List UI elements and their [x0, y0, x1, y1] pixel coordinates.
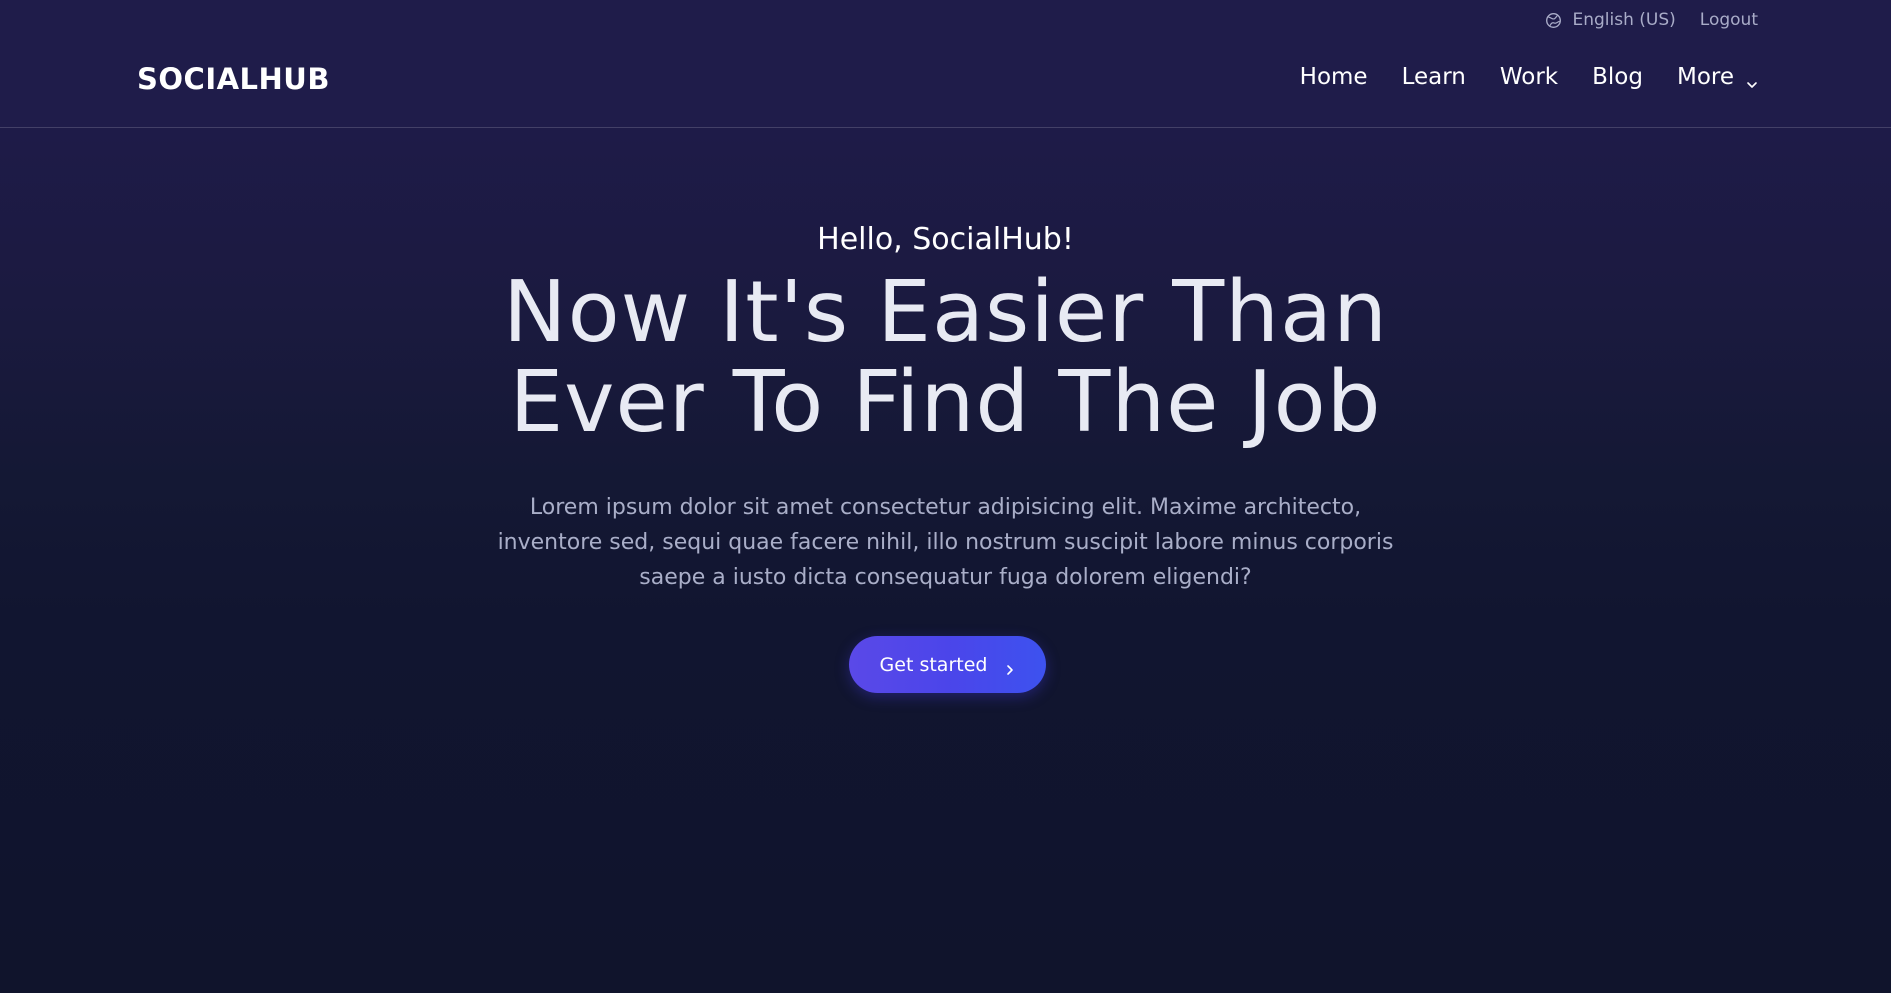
- hero-greeting: Hello, SocialHub!: [817, 222, 1074, 257]
- nav-more-label: More: [1676, 64, 1734, 90]
- main-nav: Home Learn Work Blog More: [1300, 64, 1758, 90]
- globe-icon: [1545, 12, 1562, 29]
- hero-headline-line-2: Ever To Find The Job: [509, 353, 1382, 452]
- get-started-button[interactable]: Get started: [849, 636, 1046, 693]
- nav-work[interactable]: Work: [1500, 64, 1558, 90]
- hero-headline-line-1: Now It's Easier Than: [503, 263, 1388, 362]
- language-selector[interactable]: English (US): [1545, 10, 1676, 30]
- nav-more-dropdown[interactable]: More: [1677, 64, 1758, 90]
- chevron-down-icon: [1746, 71, 1758, 88]
- get-started-label: Get started: [879, 653, 988, 676]
- top-navigation-bar: English (US) Logout SOCIALHUB Home Learn…: [0, 0, 1891, 128]
- nav-home[interactable]: Home: [1300, 64, 1368, 90]
- nav-blog[interactable]: Blog: [1592, 64, 1643, 90]
- logout-link[interactable]: Logout: [1700, 10, 1758, 30]
- brand-logo[interactable]: SOCIALHUB: [137, 62, 330, 96]
- chevron-right-icon: [1005, 659, 1015, 675]
- hero-description: Lorem ipsum dolor sit amet consectetur a…: [497, 495, 1394, 590]
- nav-learn[interactable]: Learn: [1402, 64, 1466, 90]
- utility-bar: English (US) Logout: [1545, 10, 1758, 30]
- language-label: English (US): [1572, 10, 1676, 30]
- hero-headline: Now It's Easier Than Ever To Find The Jo…: [0, 268, 1891, 448]
